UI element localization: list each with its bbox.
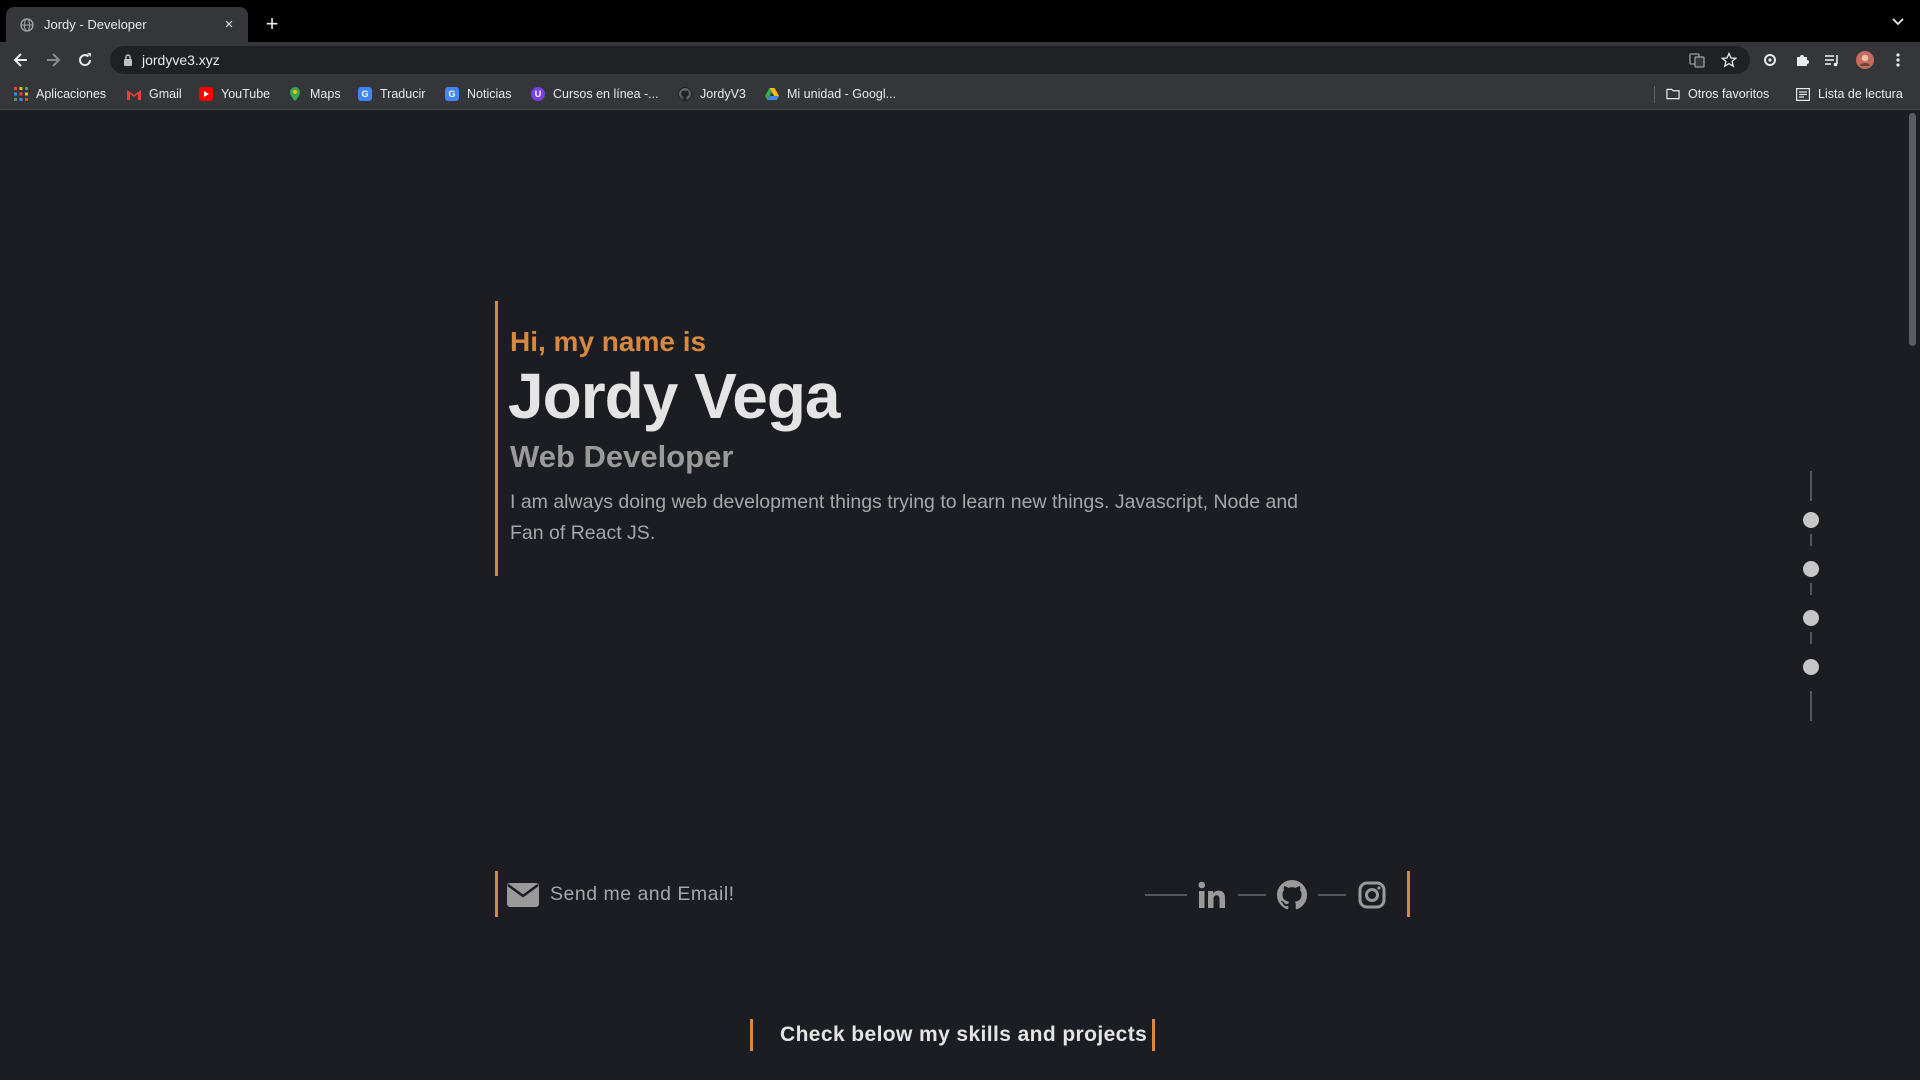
url-text: jordyve3.xyz: [142, 52, 220, 68]
page-scrollbar[interactable]: [1905, 111, 1920, 1080]
contact-bar: Send me and Email!: [495, 871, 1410, 917]
address-bar[interactable]: jordyve3.xyz: [110, 46, 1750, 74]
bookmark-label: JordyV3: [700, 87, 746, 101]
tab-title: Jordy - Developer: [44, 17, 147, 32]
social-divider: [1238, 894, 1266, 896]
accent-bar: [1152, 1019, 1155, 1051]
bookmark-label: Aplicaciones: [36, 87, 107, 101]
email-link[interactable]: Send me and Email!: [550, 883, 735, 906]
github-icon[interactable]: [1276, 879, 1308, 911]
section-nav-dot[interactable]: [1803, 561, 1819, 577]
reading-list-button[interactable]: Lista de lectura: [1796, 86, 1903, 102]
section-nav-dot[interactable]: [1803, 512, 1819, 528]
section-nav: [1800, 471, 1822, 721]
tab-strip: Jordy - Developer × +: [0, 0, 1920, 42]
hero-name: Jordy Vega: [508, 360, 840, 432]
globe-icon: [20, 17, 34, 32]
cta-text: Check below my skills and projects: [780, 1023, 1148, 1046]
instagram-icon[interactable]: [1356, 879, 1388, 911]
close-tab-icon[interactable]: ×: [220, 16, 238, 33]
other-bookmarks-folder[interactable]: Otros favoritos: [1666, 86, 1769, 102]
reading-list-label: Lista de lectura: [1818, 87, 1903, 101]
lock-icon: [122, 53, 134, 67]
bookmarks-divider: [1654, 86, 1655, 103]
courses-icon: U: [531, 87, 545, 101]
bookmark-news[interactable]: G Noticias: [445, 86, 511, 102]
bookmark-label: Cursos en línea -...: [553, 87, 659, 101]
media-queue-icon[interactable]: [1822, 50, 1842, 70]
section-nav-line: [1810, 691, 1812, 721]
translate-icon: G: [358, 87, 372, 101]
bookmark-apps[interactable]: Aplicaciones: [14, 86, 106, 102]
other-bookmarks-label: Otros favoritos: [1688, 87, 1770, 101]
bookmark-gmail[interactable]: Gmail: [127, 86, 182, 102]
section-nav-line: [1810, 471, 1812, 501]
accent-bar: [750, 1019, 753, 1051]
browser-tab[interactable]: Jordy - Developer ×: [6, 7, 248, 42]
tab-search-chevron-icon[interactable]: [1890, 13, 1906, 29]
section-nav-dot[interactable]: [1803, 659, 1819, 675]
bookmark-star-icon[interactable]: [1720, 51, 1738, 69]
translate-page-icon[interactable]: [1688, 51, 1706, 69]
bookmark-label: Maps: [310, 87, 341, 101]
reading-list-icon: [1796, 87, 1810, 101]
hero-role: Web Developer: [510, 439, 734, 474]
bookmark-label: Traducir: [380, 87, 426, 101]
envelope-icon[interactable]: [507, 883, 539, 907]
news-icon: G: [445, 87, 459, 101]
hero-bio: I am always doing web development things…: [510, 491, 1299, 544]
social-divider: [1318, 894, 1346, 896]
section-nav-line: [1810, 632, 1812, 644]
browser-menu-icon[interactable]: [1888, 50, 1908, 70]
greeting-text: Hi, my name is: [510, 326, 707, 357]
reload-icon[interactable]: [74, 49, 96, 71]
section-nav-dot[interactable]: [1803, 610, 1819, 626]
drive-icon: [765, 87, 779, 101]
apps-grid-icon: [14, 87, 28, 101]
forward-arrow-icon[interactable]: [42, 49, 64, 71]
folder-icon: [1666, 87, 1680, 101]
hero-section: Hi, my name is Jordy Vega Web Developer …: [495, 301, 1315, 576]
section-nav-line: [1810, 583, 1812, 595]
extensions-puzzle-icon[interactable]: [1792, 50, 1812, 70]
maps-icon: [288, 87, 302, 101]
scroll-cta[interactable]: Check below my skills and projects: [750, 1019, 1155, 1051]
web-page: Hi, my name is Jordy Vega Web Developer …: [0, 111, 1905, 1080]
bookmark-drive[interactable]: Mi unidad - Googl...: [765, 86, 896, 102]
browser-toolbar: jordyve3.xyz: [0, 42, 1920, 78]
accent-bar: [495, 871, 498, 917]
gmail-icon: [127, 87, 141, 101]
profile-avatar[interactable]: [1855, 50, 1875, 70]
scrollbar-thumb[interactable]: [1909, 113, 1916, 346]
bookmark-label: Gmail: [149, 87, 182, 101]
back-arrow-icon[interactable]: [10, 49, 32, 71]
bookmark-maps[interactable]: Maps: [288, 86, 341, 102]
bookmarks-bar: Aplicaciones Gmail YouTube Maps G Traduc…: [0, 78, 1920, 110]
new-tab-button[interactable]: +: [260, 12, 284, 36]
bookmark-youtube[interactable]: YouTube: [199, 86, 270, 102]
bookmark-label: Noticias: [467, 87, 512, 101]
bookmark-courses[interactable]: U Cursos en línea -...: [531, 86, 659, 102]
bookmark-label: Mi unidad - Googl...: [787, 87, 897, 101]
bookmark-label: YouTube: [221, 87, 271, 101]
bookmark-translate[interactable]: G Traducir: [358, 86, 425, 102]
accent-bar: [1407, 871, 1410, 917]
section-nav-line: [1810, 534, 1812, 546]
extension-gear-icon[interactable]: [1760, 50, 1780, 70]
github-icon: [678, 87, 692, 101]
linkedin-icon[interactable]: [1196, 879, 1228, 911]
bookmark-jordyv3[interactable]: JordyV3: [678, 86, 746, 102]
youtube-icon: [199, 87, 213, 101]
social-divider: [1145, 894, 1187, 896]
